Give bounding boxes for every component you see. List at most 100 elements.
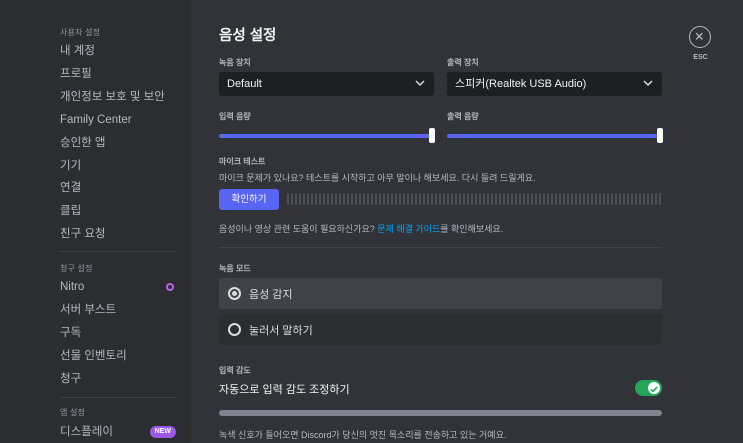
meter-bar (291, 193, 293, 205)
sidebar-item-devices[interactable]: 기기 (60, 156, 182, 176)
meter-bar (595, 193, 597, 205)
billing-settings-header: 청구 설정 (60, 264, 93, 273)
meter-bar (515, 193, 517, 205)
sidebar-item-billing[interactable]: 청구 (60, 369, 182, 389)
meter-bar (295, 193, 297, 205)
auto-sensitivity-label: 자동으로 입력 감도 조정하기 (219, 384, 350, 396)
close-area: ESC (689, 26, 713, 61)
meter-bar (415, 193, 417, 205)
meter-bar (627, 193, 629, 205)
meter-bar (487, 193, 489, 205)
output-device-select[interactable]: 스피커(Realtek USB Audio) (447, 72, 662, 96)
meter-bar (463, 193, 465, 205)
settings-sidebar: 사용자 설정 내 계정 프로필 개인정보 보호 및 보안 Family Cent… (0, 0, 191, 443)
input-volume-handle[interactable] (429, 128, 435, 143)
input-volume-slider[interactable] (219, 128, 435, 143)
meter-bar (611, 193, 613, 205)
sidebar-item-my-account[interactable]: 내 계정 (60, 41, 182, 61)
meter-bar (619, 193, 621, 205)
meter-bar (631, 193, 633, 205)
radio-selected-icon (228, 287, 241, 300)
meter-bar (639, 193, 641, 205)
sidebar-item-friend-requests[interactable]: 친구 요청 (60, 224, 182, 244)
meter-bar (343, 193, 345, 205)
meter-bar (591, 193, 593, 205)
input-mode-voice-activity[interactable]: 음성 감지 (219, 278, 662, 309)
meter-bar (571, 193, 573, 205)
meter-bar (435, 193, 437, 205)
meter-bar (599, 193, 601, 205)
output-volume-label: 출력 음량 (447, 112, 479, 121)
meter-bar (427, 193, 429, 205)
meter-bar (367, 193, 369, 205)
meter-bar (371, 193, 373, 205)
meter-bar (391, 193, 393, 205)
meter-bar (419, 193, 421, 205)
output-volume-handle[interactable] (657, 128, 663, 143)
mode-voice-label: 음성 감지 (249, 289, 293, 301)
voice-settings-panel: 음성 설정 녹음 장치 Default 출력 장치 스피커(Realtek US… (191, 0, 743, 443)
meter-bar (503, 193, 505, 205)
meter-bar (535, 193, 537, 205)
meter-bar (407, 193, 409, 205)
meter-bar (383, 193, 385, 205)
output-volume-slider[interactable] (447, 128, 663, 143)
meter-bar (331, 193, 333, 205)
mic-level-meter (287, 193, 661, 205)
esc-label: ESC (693, 54, 708, 61)
meter-bar (467, 193, 469, 205)
meter-bar (447, 193, 449, 205)
page-title: 음성 설정 (219, 28, 277, 44)
mic-test-button[interactable]: 확인하기 (219, 189, 279, 210)
input-mode-push-to-talk[interactable]: 눌러서 말하기 (219, 314, 662, 345)
sidebar-item-nitro[interactable]: Nitro (60, 277, 182, 297)
nitro-icon (166, 283, 174, 291)
sidebar-item-profile[interactable]: 프로필 (60, 64, 182, 84)
meter-bar (615, 193, 617, 205)
meter-bar (351, 193, 353, 205)
meter-bar (655, 193, 657, 205)
close-icon (695, 32, 703, 40)
input-device-label: 녹음 장치 (219, 58, 251, 67)
meter-bar (483, 193, 485, 205)
auto-sensitivity-toggle[interactable] (635, 380, 662, 396)
meter-bar (539, 193, 541, 205)
troubleshooting-link[interactable]: 문제 해결 가이드 (377, 224, 440, 234)
sidebar-item-connections[interactable]: 연결 (60, 178, 182, 198)
section-divider (219, 247, 662, 248)
input-device-select[interactable]: Default (219, 72, 434, 96)
meter-bar (359, 193, 361, 205)
meter-bar (507, 193, 509, 205)
meter-bar (319, 193, 321, 205)
sidebar-item-clips[interactable]: 클립 (60, 201, 182, 221)
chevron-down-icon (643, 80, 653, 87)
sidebar-item-privacy[interactable]: 개인정보 보호 및 보안 (60, 87, 182, 107)
meter-bar (403, 193, 405, 205)
input-device-value: Default (227, 78, 262, 90)
new-badge: NEW (149, 426, 176, 438)
meter-bar (307, 193, 309, 205)
sidebar-item-authorized-apps[interactable]: 승인한 앱 (60, 133, 182, 153)
close-button[interactable] (689, 26, 711, 48)
help-text: 음성이나 영상 관련 도움이 필요하신가요? 문제 해결 가이드를 확인해보세요… (219, 222, 503, 235)
meter-bar (443, 193, 445, 205)
meter-bar (519, 193, 521, 205)
sidebar-item-label: Nitro (60, 281, 85, 293)
sidebar-item-family-center[interactable]: Family Center (60, 110, 182, 130)
meter-bar (479, 193, 481, 205)
meter-bar (323, 193, 325, 205)
sidebar-item-subscriptions[interactable]: 구독 (60, 323, 182, 343)
meter-bar (471, 193, 473, 205)
meter-bar (583, 193, 585, 205)
sidebar-item-gift-inventory[interactable]: 선물 인벤토리 (60, 346, 182, 366)
help-prefix: 음성이나 영상 관련 도움이 필요하신가요? (219, 224, 378, 234)
meter-bar (491, 193, 493, 205)
meter-bar (311, 193, 313, 205)
meter-bar (347, 193, 349, 205)
meter-bar (567, 193, 569, 205)
app-settings-header: 앱 설정 (60, 408, 86, 417)
meter-bar (511, 193, 513, 205)
sidebar-item-server-boost[interactable]: 서버 부스트 (60, 300, 182, 320)
sidebar-item-display[interactable]: 디스플레이 NEW (60, 422, 182, 442)
input-volume-label: 입력 음량 (219, 112, 251, 121)
